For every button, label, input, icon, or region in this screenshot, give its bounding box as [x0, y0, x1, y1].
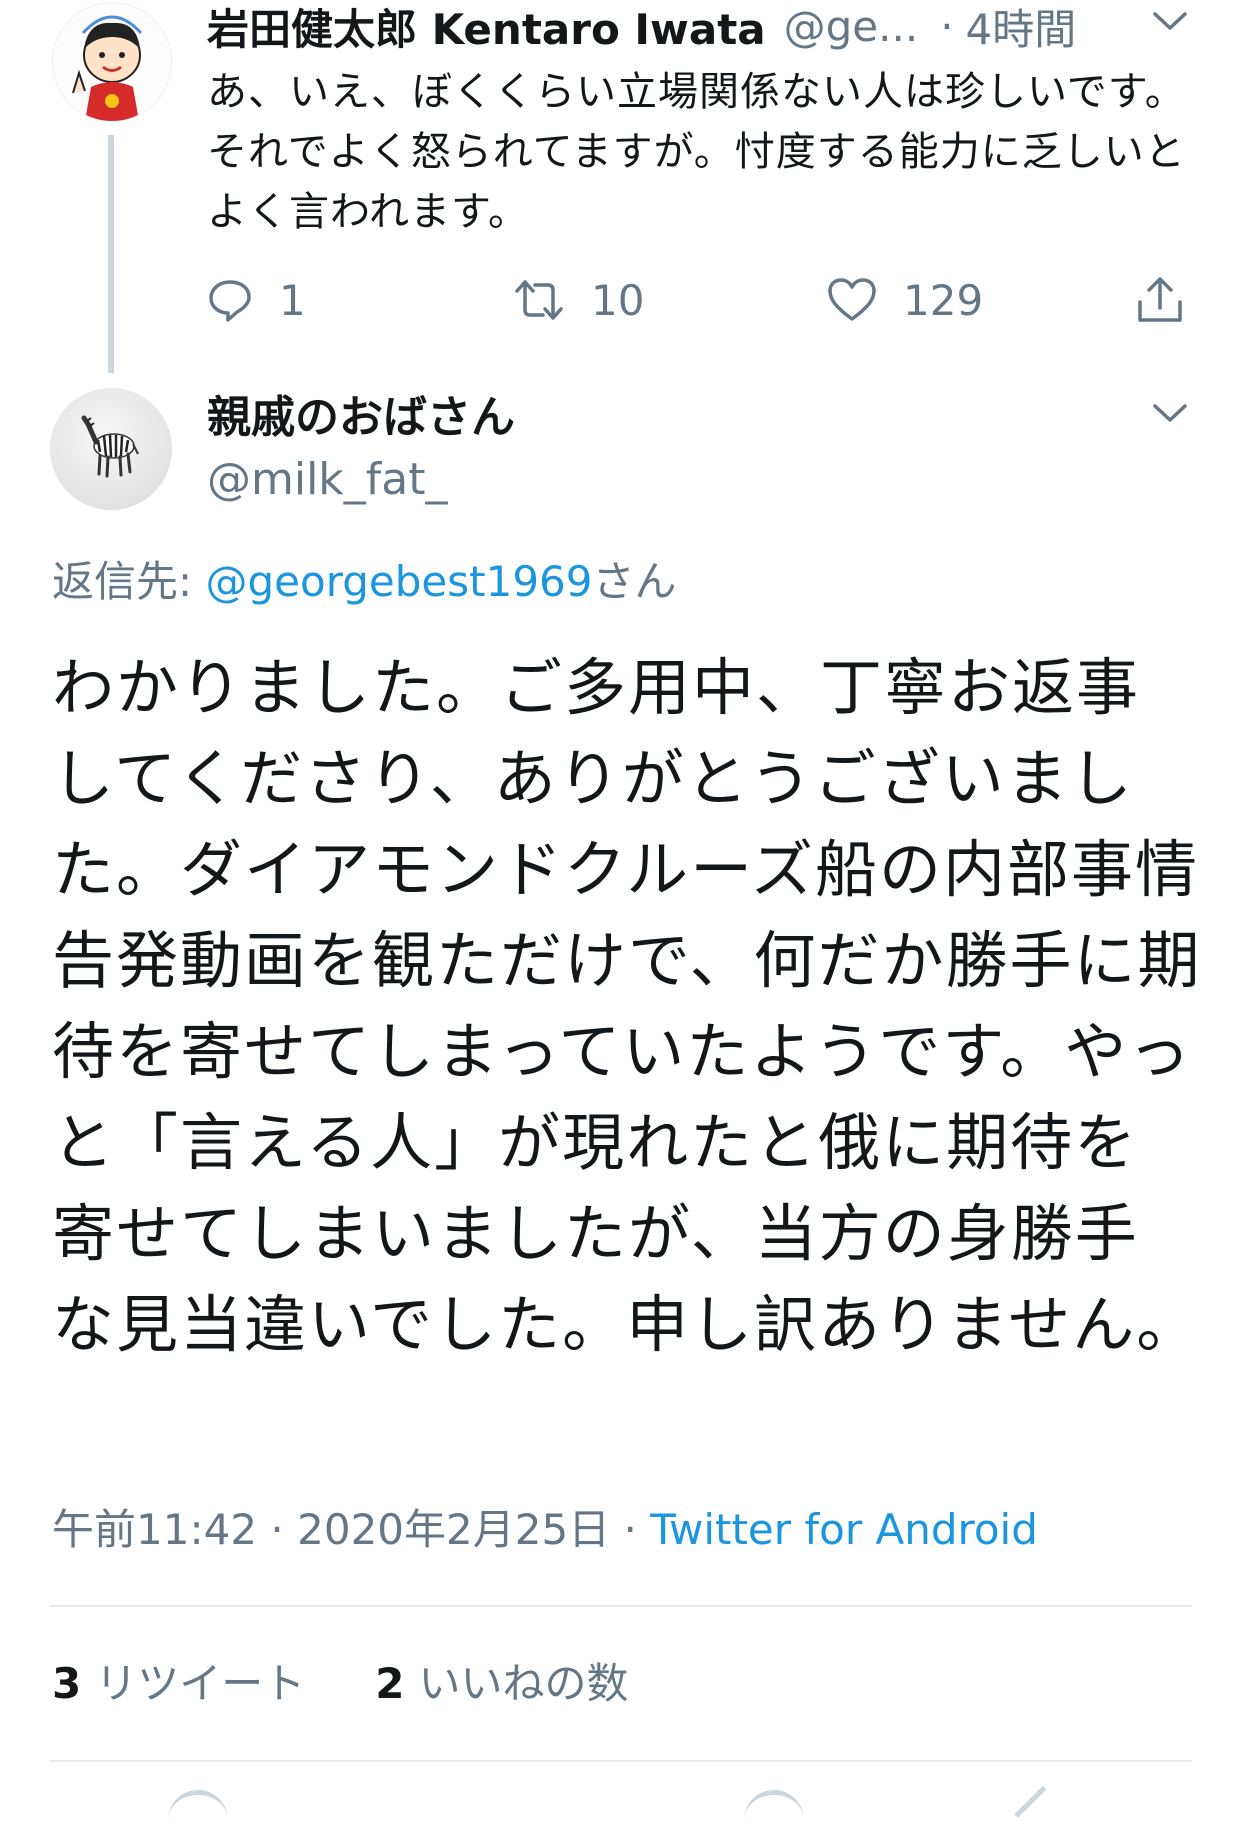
chevron-down-icon — [1153, 12, 1187, 30]
engagement-stats: 3 リツイート 2 いいねの数 — [52, 1654, 629, 1714]
parent-avatar-illustration — [53, 3, 171, 121]
chevron-down-icon — [1153, 404, 1187, 422]
likes-stat[interactable]: 2 いいねの数 — [375, 1659, 628, 1708]
share-button[interactable] — [1135, 270, 1185, 330]
share-icon — [1138, 277, 1182, 322]
parent-avatar[interactable] — [52, 2, 172, 122]
meta-separator: · — [270, 1505, 284, 1554]
retweets-stat-label: リツイート — [95, 1659, 306, 1708]
parent-author-handle[interactable]: @ge... — [784, 2, 919, 51]
main-avatar[interactable] — [50, 388, 172, 510]
divider — [50, 1605, 1192, 1607]
retweet-icon — [515, 280, 563, 320]
zebra-avatar-illustration — [81, 415, 139, 478]
reply-button[interactable]: 1 — [207, 270, 306, 330]
parent-timestamp[interactable]: 4時間 — [966, 0, 1077, 57]
header-separator: · — [940, 1, 954, 51]
reply-icon — [209, 280, 251, 322]
retweet-button[interactable]: 10 — [513, 270, 644, 330]
tweet-metadata: 午前11:42 · 2020年2月25日 · Twitter for Andro… — [52, 1500, 1038, 1560]
reply-to-line: 返信先: @georgebest1969さん — [52, 552, 677, 612]
reply-count: 1 — [279, 275, 306, 325]
tweet-date[interactable]: 2020年2月25日 — [297, 1505, 610, 1554]
retweets-stat-count: 3 — [52, 1659, 82, 1708]
parent-author-name[interactable]: 岩田健太郎 Kentaro Iwata — [207, 0, 766, 57]
reply-to-suffix: さん — [592, 557, 677, 606]
thread-line — [108, 135, 114, 373]
likes-stat-count: 2 — [375, 1659, 405, 1708]
tweet-time[interactable]: 午前11:42 — [52, 1505, 257, 1554]
retweet-count: 10 — [591, 275, 645, 325]
reply-icon[interactable] — [168, 1790, 228, 1825]
parent-tweet-menu-button[interactable] — [1148, 0, 1192, 44]
reply-to-label: 返信先: — [52, 557, 206, 606]
main-author-name[interactable]: 親戚のおばさん — [207, 388, 515, 448]
parent-tweet-actions: 1 10 129 — [207, 270, 1197, 330]
main-tweet-text: わかりました。ご多用中、丁寧お返事してくださり、ありがとうございました。ダイアモ… — [52, 651, 1202, 1361]
parent-tweet-header: 岩田健太郎 Kentaro Iwata @ge... · 4時間 — [207, 0, 1076, 54]
meta-separator: · — [623, 1505, 637, 1554]
reply-to-mention-link[interactable]: @georgebest1969 — [206, 557, 593, 606]
share-icon[interactable] — [1014, 1785, 1075, 1846]
retweets-stat[interactable]: 3 リツイート — [52, 1659, 305, 1708]
parent-tweet-text: あ、いえ、ぼくくらい立場関係ない人は珍しいです。それでよく怒られてますが。忖度す… — [207, 69, 1186, 235]
heart-icon — [828, 278, 876, 321]
likes-stat-label: いいねの数 — [418, 1659, 629, 1708]
tweet-source-link[interactable]: Twitter for Android — [650, 1505, 1038, 1554]
divider — [50, 1760, 1192, 1762]
like-button[interactable]: 129 — [827, 270, 983, 330]
main-author-handle[interactable]: @milk_fat_ — [207, 450, 448, 510]
like-count: 129 — [903, 275, 984, 325]
heart-icon[interactable] — [744, 1790, 804, 1825]
main-tweet-menu-button[interactable] — [1148, 392, 1192, 436]
